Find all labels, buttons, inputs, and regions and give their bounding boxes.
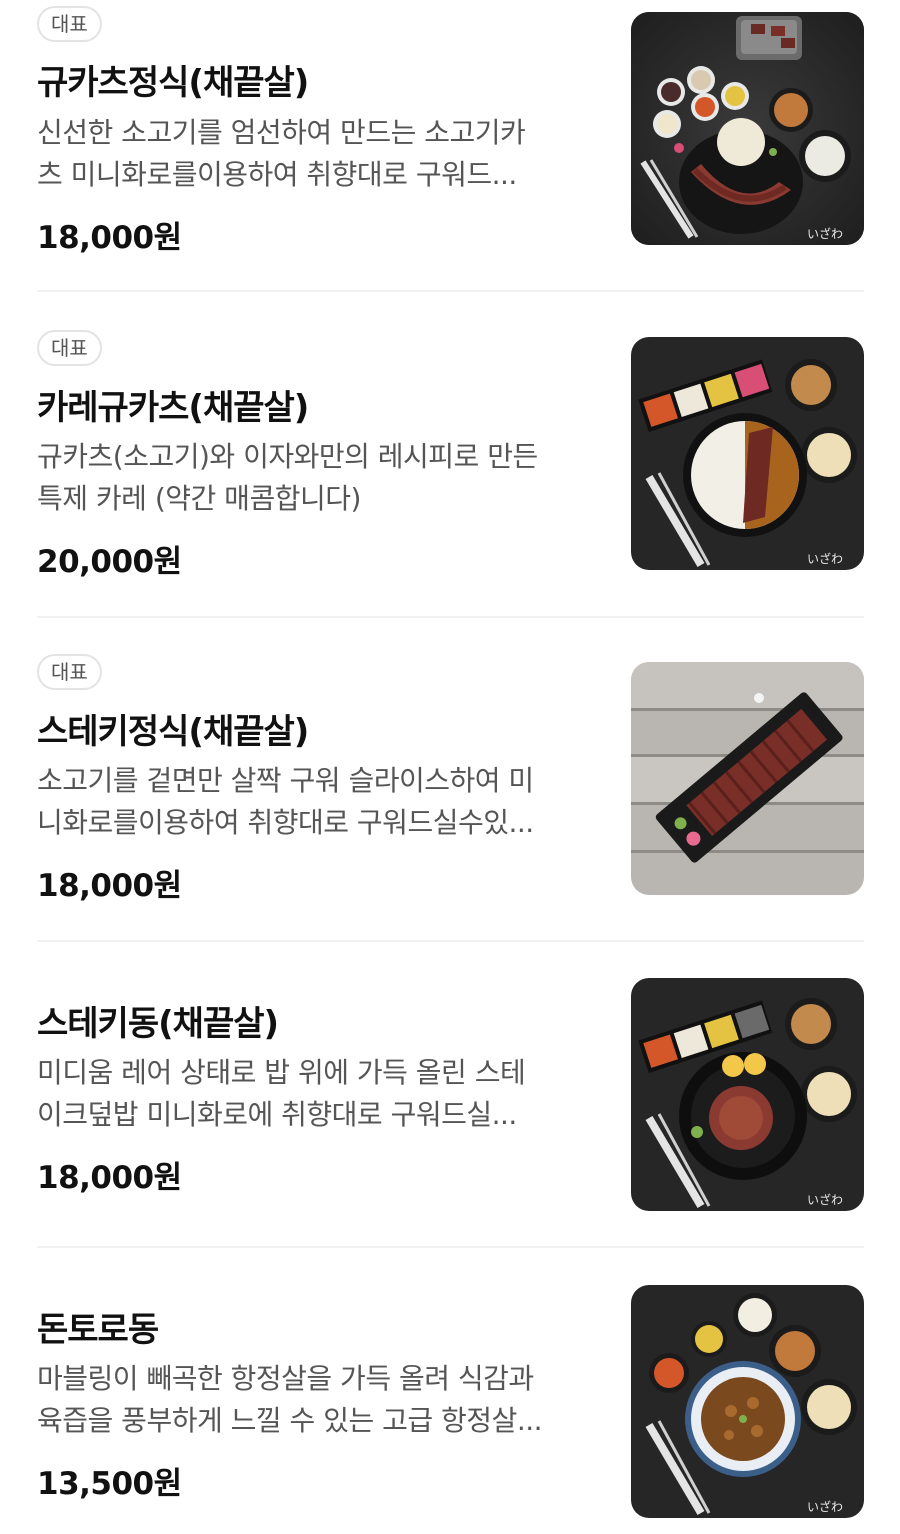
menu-item-description-line: 니화로를이용하여 취향대로 구워드실수있... bbox=[37, 806, 534, 839]
menu-item-price: 20,000원 bbox=[37, 544, 182, 580]
menu-item-description: 소고기를 겉면만 살짝 구워 슬라이스하여 미 니화로를이용하여 취향대로 구워… bbox=[37, 760, 597, 844]
menu-item-name: 돈토로동 bbox=[37, 1310, 159, 1350]
menu-item-photo[interactable] bbox=[631, 662, 864, 895]
menu-item-description: 규카츠(소고기)와 이자와만의 레시피로 만든 특제 카레 (약간 매콤합니다) bbox=[37, 436, 597, 520]
menu-item-steak-set[interactable]: 대표 스테키정식(채끝살) 소고기를 겉면만 살짝 구워 슬라이스하여 미 니화… bbox=[0, 618, 900, 940]
signature-badge: 대표 bbox=[37, 6, 102, 42]
watermark: いざわ bbox=[807, 226, 843, 241]
menu-item-description-line: 츠 미니화로를이용하여 취향대로 구워드... bbox=[37, 158, 517, 191]
menu-item-price: 18,000원 bbox=[37, 868, 182, 904]
menu-item-description: 신선한 소고기를 엄선하여 만드는 소고기카 츠 미니화로를이용하여 취향대로 … bbox=[37, 112, 597, 196]
signature-badge: 대표 bbox=[37, 330, 102, 366]
menu-item-name: 스테키정식(채끝살) bbox=[37, 712, 309, 752]
menu-item-photo[interactable]: いざわ bbox=[631, 12, 864, 245]
menu-item-description-line: 소고기를 겉면만 살짝 구워 슬라이스하여 미 bbox=[37, 764, 534, 797]
menu-item-description-line: 규카츠(소고기)와 이자와만의 레시피로 만든 bbox=[37, 440, 538, 473]
menu-item-curry-gyukatsu[interactable]: 대표 카레규카츠(채끝살) 규카츠(소고기)와 이자와만의 레시피로 만든 특제… bbox=[0, 292, 900, 616]
menu-item-description-line: 미디움 레어 상태로 밥 위에 가득 올린 스테 bbox=[37, 1056, 526, 1089]
menu-list: 대표 규카츠정식(채끝살) 신선한 소고기를 엄선하여 만드는 소고기카 츠 미… bbox=[0, 0, 900, 1534]
menu-item-description-line: 이크덮밥 미니화로에 취향대로 구워드실... bbox=[37, 1098, 517, 1131]
watermark: いざわ bbox=[807, 551, 843, 566]
signature-badge: 대표 bbox=[37, 654, 102, 690]
menu-item-name: 규카츠정식(채끝살) bbox=[37, 63, 309, 103]
menu-item-price: 13,500원 bbox=[37, 1466, 182, 1502]
menu-item-description: 미디움 레어 상태로 밥 위에 가득 올린 스테 이크덮밥 미니화로에 취향대로… bbox=[37, 1052, 597, 1136]
watermark: いざわ bbox=[807, 1192, 843, 1207]
menu-item-price: 18,000원 bbox=[37, 1160, 182, 1196]
menu-item-name: 카레규카츠(채끝살) bbox=[37, 388, 309, 428]
watermark: いざわ bbox=[807, 1499, 843, 1514]
menu-item-price: 18,000원 bbox=[37, 220, 182, 256]
menu-item-description-line: 마블링이 빼곡한 항정살을 가득 올려 식감과 bbox=[37, 1362, 534, 1395]
menu-item-steak-don[interactable]: 스테키동(채끝살) 미디움 레어 상태로 밥 위에 가득 올린 스테 이크덮밥 … bbox=[0, 942, 900, 1246]
menu-item-photo[interactable]: いざわ bbox=[631, 978, 864, 1211]
menu-item-description-line: 육즙을 풍부하게 느낄 수 있는 고급 항정살... bbox=[37, 1404, 543, 1437]
menu-item-description-line: 신선한 소고기를 엄선하여 만드는 소고기카 bbox=[37, 116, 526, 149]
menu-item-photo[interactable]: いざわ bbox=[631, 1285, 864, 1518]
menu-item-photo[interactable]: いざわ bbox=[631, 337, 864, 570]
menu-item-description: 마블링이 빼곡한 항정살을 가득 올려 식감과 육즙을 풍부하게 느낄 수 있는… bbox=[37, 1358, 597, 1442]
menu-item-name: 스테키동(채끝살) bbox=[37, 1004, 279, 1044]
menu-item-tontoro-don[interactable]: 돈토로동 마블링이 빼곡한 항정살을 가득 올려 식감과 육즙을 풍부하게 느낄… bbox=[0, 1248, 900, 1534]
menu-item-description-line: 특제 카레 (약간 매콤합니다) bbox=[37, 482, 361, 515]
menu-item-gyukatsu-set[interactable]: 대표 규카츠정식(채끝살) 신선한 소고기를 엄선하여 만드는 소고기카 츠 미… bbox=[0, 0, 900, 290]
